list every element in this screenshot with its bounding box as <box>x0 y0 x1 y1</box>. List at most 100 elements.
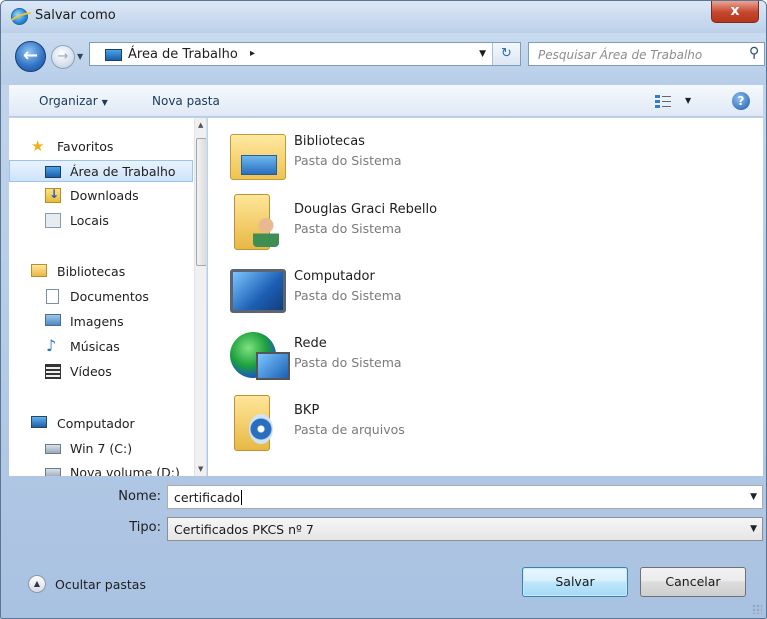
change-view-icon[interactable] <box>655 94 671 108</box>
title-bar[interactable]: Salvar como x <box>1 1 766 33</box>
sidebar-item-downloads[interactable]: Downloads <box>9 185 189 207</box>
list-item[interactable]: Douglas Graci Rebello Pasta do Sistema <box>230 194 530 256</box>
file-type-select[interactable]: Certificados PKCS nº 7 ▼ <box>167 517 763 541</box>
new-folder-button[interactable]: Nova pasta <box>152 94 220 108</box>
file-name: Douglas Graci Rebello <box>294 202 438 217</box>
file-name-field[interactable]: certificado ▼ <box>167 485 763 509</box>
music-icon: ♪ <box>46 336 57 355</box>
scroll-down-icon[interactable]: ▼ <box>198 465 203 473</box>
sidebar-item-volume-d[interactable]: Nova volume (D:) <box>9 462 189 476</box>
command-toolbar: Organizar ▼ Nova pasta ▼ ? <box>9 85 763 117</box>
drive-icon <box>45 468 61 476</box>
file-name: Bibliotecas <box>294 134 365 149</box>
file-type: Pasta do Sistema <box>294 221 402 236</box>
navigation-pane: ★ Favoritos Área de Trabalho Downloads L… <box>9 118 207 476</box>
file-type-label: Tipo: <box>129 520 161 535</box>
documents-icon <box>46 289 59 304</box>
pictures-icon <box>45 314 61 326</box>
folder-icon <box>234 395 273 451</box>
internet-explorer-icon <box>11 8 28 25</box>
hide-folders-label[interactable]: Ocultar pastas <box>55 577 146 592</box>
sidebar-item-label: Imagens <box>70 314 124 329</box>
sidebar-item-imagens[interactable]: Imagens <box>9 311 189 333</box>
sidebar-item-computador[interactable]: Computador <box>9 413 189 435</box>
network-icon <box>230 332 290 380</box>
file-name: Rede <box>294 336 327 351</box>
help-icon[interactable]: ? <box>732 92 750 110</box>
organize-menu-button[interactable]: Organizar ▼ <box>39 94 108 108</box>
desktop-icon <box>45 166 61 178</box>
drive-icon <box>45 444 61 454</box>
sidebar-item-videos[interactable]: Vídeos <box>9 361 189 383</box>
sidebar-item-label: Músicas <box>70 339 120 354</box>
sidebar-item-area-de-trabalho[interactable]: Área de Trabalho <box>9 160 193 182</box>
close-button[interactable]: x <box>711 1 759 23</box>
list-item[interactable]: Computador Pasta do Sistema <box>230 261 530 323</box>
save-as-dialog: Salvar como x ← → ▼ Área de Trabalho ▸ ▼… <box>0 0 767 619</box>
computer-icon <box>230 269 286 313</box>
chevron-down-icon: ▼ <box>101 98 108 107</box>
file-type: Pasta do Sistema <box>294 288 402 303</box>
user-folder-icon <box>234 194 279 250</box>
file-list: Bibliotecas Pasta do Sistema Douglas Gra… <box>208 118 763 476</box>
sidebar-item-label: Favoritos <box>57 139 114 154</box>
desktop-icon <box>105 49 122 61</box>
file-name-input[interactable]: certificado <box>174 490 243 505</box>
save-button[interactable]: Salvar <box>522 567 628 597</box>
navigation-pane-scrollbar[interactable]: ▲ ▼ <box>194 118 206 476</box>
breadcrumb-chevron-icon[interactable]: ▸ <box>250 48 255 59</box>
organize-label: Organizar <box>39 94 98 108</box>
sidebar-item-musicas[interactable]: ♪ Músicas <box>9 336 189 358</box>
file-type: Pasta de arquivos <box>294 422 405 437</box>
views-dropdown-icon[interactable]: ▼ <box>685 96 691 105</box>
sidebar-item-favoritos[interactable]: ★ Favoritos <box>9 136 189 158</box>
list-item[interactable]: Bibliotecas Pasta do Sistema <box>230 126 530 188</box>
chevron-down-icon[interactable]: ▼ <box>750 492 757 502</box>
sidebar-item-bibliotecas[interactable]: Bibliotecas <box>9 261 189 283</box>
file-name-label: Nome: <box>118 489 161 504</box>
sidebar-item-label: Win 7 (C:) <box>70 441 133 456</box>
list-item[interactable]: BKP Pasta de arquivos <box>230 395 530 457</box>
navigation-bar: ← → ▼ Área de Trabalho ▸ ▼ ↻ Pesquisar Á… <box>1 33 766 85</box>
sidebar-item-documentos[interactable]: Documentos <box>9 286 189 308</box>
scrollbar-thumb[interactable] <box>196 138 206 266</box>
sidebar-item-label: Downloads <box>70 188 139 203</box>
sidebar-item-label: Locais <box>70 213 109 228</box>
cancel-button[interactable]: Cancelar <box>640 567 746 597</box>
search-input[interactable]: Pesquisar Área de Trabalho <box>538 48 702 62</box>
sidebar-item-label: Área de Trabalho <box>70 164 176 179</box>
file-type-value: Certificados PKCS nº 7 <box>174 522 314 537</box>
recent-places-icon <box>45 213 61 228</box>
window-title: Salvar como <box>35 8 116 23</box>
file-name: Computador <box>294 269 375 284</box>
search-icon[interactable]: ⚲ <box>749 45 759 61</box>
sidebar-item-locais[interactable]: Locais <box>9 210 189 232</box>
downloads-folder-icon <box>45 187 61 203</box>
address-bar[interactable]: Área de Trabalho ▸ ▼ ↻ <box>89 42 521 66</box>
address-location[interactable]: Área de Trabalho <box>128 47 238 62</box>
sidebar-item-win7-c[interactable]: Win 7 (C:) <box>9 438 189 460</box>
address-dropdown-icon[interactable]: ▼ <box>479 49 486 59</box>
back-button[interactable]: ← <box>15 41 46 72</box>
sidebar-item-label: Vídeos <box>70 364 112 379</box>
chevron-down-icon[interactable]: ▼ <box>750 524 757 534</box>
collapse-arrow-icon[interactable]: ▲ <box>28 575 46 593</box>
forward-button[interactable]: → <box>51 45 75 69</box>
file-type: Pasta do Sistema <box>294 355 402 370</box>
resize-grip-icon[interactable] <box>752 604 762 614</box>
videos-icon <box>45 364 61 379</box>
libraries-folder-icon <box>230 134 286 180</box>
search-box[interactable]: Pesquisar Área de Trabalho ⚲ <box>528 42 765 66</box>
refresh-button[interactable]: ↻ <box>492 43 520 65</box>
text-cursor <box>241 490 243 505</box>
sidebar-item-label: Computador <box>57 416 135 431</box>
star-icon: ★ <box>31 137 45 155</box>
scroll-up-icon[interactable]: ▲ <box>198 121 203 129</box>
file-name-value: certificado <box>174 490 241 505</box>
sidebar-item-label: Bibliotecas <box>57 264 126 279</box>
sidebar-item-label: Nova volume (D:) <box>70 465 180 476</box>
recent-locations-dropdown-icon[interactable]: ▼ <box>77 52 83 61</box>
libraries-icon <box>31 264 47 277</box>
computer-icon <box>31 416 47 428</box>
list-item[interactable]: Rede Pasta do Sistema <box>230 328 530 390</box>
